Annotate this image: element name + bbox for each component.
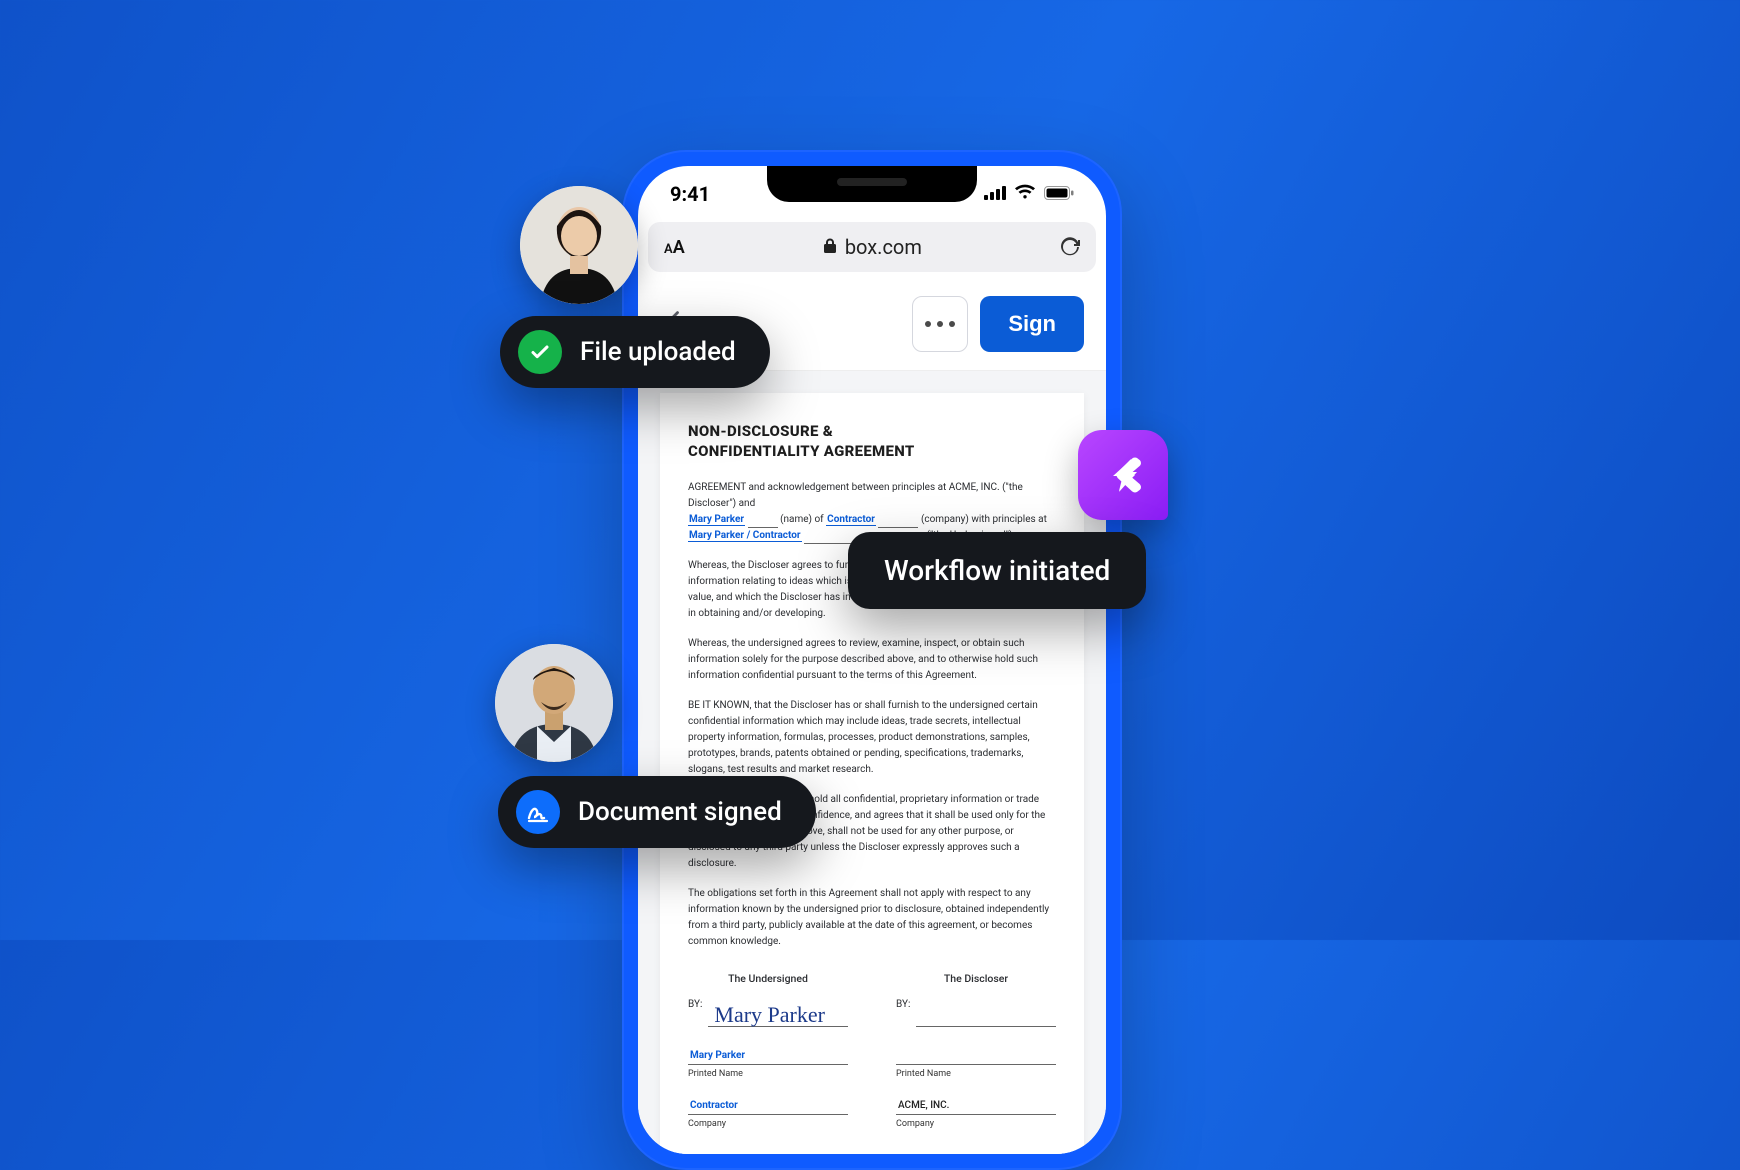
sign-button[interactable]: Sign [980, 296, 1084, 352]
notification-workflow-initiated-label: Workflow initiated [884, 554, 1110, 587]
status-bar: 9:41 [638, 166, 1106, 216]
more-options-button[interactable] [912, 296, 968, 352]
document-p3: BE IT KNOWN, that the Discloser has or s… [688, 698, 1056, 778]
browser-url-bar[interactable]: AA box.com [648, 222, 1096, 272]
status-icons-group [984, 184, 1074, 204]
notification-file-uploaded: File uploaded [500, 316, 770, 388]
printed-name-value: Mary Parker [690, 1050, 745, 1061]
canvas: 9:41 AA [0, 0, 1740, 940]
signature-undersigned: The Undersigned BY: Mary Parker Mary Par… [688, 972, 848, 1129]
lock-icon [823, 235, 837, 259]
document-viewport[interactable]: NON-DISCLOSURE & CONFIDENTIALITY AGREEME… [638, 371, 1106, 1154]
notification-document-signed: Document signed [498, 776, 816, 848]
text-size-button[interactable]: AA [664, 237, 685, 258]
filled-role: Contractor [826, 514, 876, 526]
signature-discloser: The Discloser BY: Printed Name ACME, INC… [896, 972, 1056, 1129]
filled-name: Mary Parker [688, 514, 745, 526]
phone-screen: 9:41 AA [638, 166, 1106, 1154]
workflow-app-icon [1078, 430, 1168, 520]
avatar-signer [495, 644, 613, 762]
avatar-uploader [520, 186, 638, 304]
notification-file-uploaded-label: File uploaded [580, 337, 736, 367]
document-page: NON-DISCLOSURE & CONFIDENTIALITY AGREEME… [660, 393, 1084, 1154]
phone-frame: 9:41 AA [622, 150, 1122, 1170]
refresh-button[interactable] [1060, 237, 1080, 257]
notification-workflow-initiated: Workflow initiated [848, 532, 1146, 609]
wifi-icon [1014, 184, 1036, 204]
signature-row: The Undersigned BY: Mary Parker Mary Par… [688, 972, 1056, 1129]
check-icon [518, 330, 562, 374]
signature-script: Mary Parker [714, 1002, 825, 1028]
battery-icon [1044, 185, 1074, 204]
document-p2: Whereas, the undersigned agrees to revie… [688, 636, 1056, 684]
notch [767, 166, 977, 202]
signature-icon [516, 790, 560, 834]
document-title: NON-DISCLOSURE & CONFIDENTIALITY AGREEME… [688, 421, 1056, 462]
url-domain-text: box.com [845, 235, 922, 259]
filled-combined: Mary Parker / Contractor [688, 530, 802, 542]
url-domain-display[interactable]: box.com [823, 235, 922, 259]
discloser-company: ACME, INC. [898, 1100, 949, 1111]
cellular-icon [984, 185, 1006, 204]
company-value: Contractor [690, 1100, 738, 1111]
status-time: 9:41 [670, 182, 710, 206]
notification-document-signed-label: Document signed [578, 797, 782, 827]
